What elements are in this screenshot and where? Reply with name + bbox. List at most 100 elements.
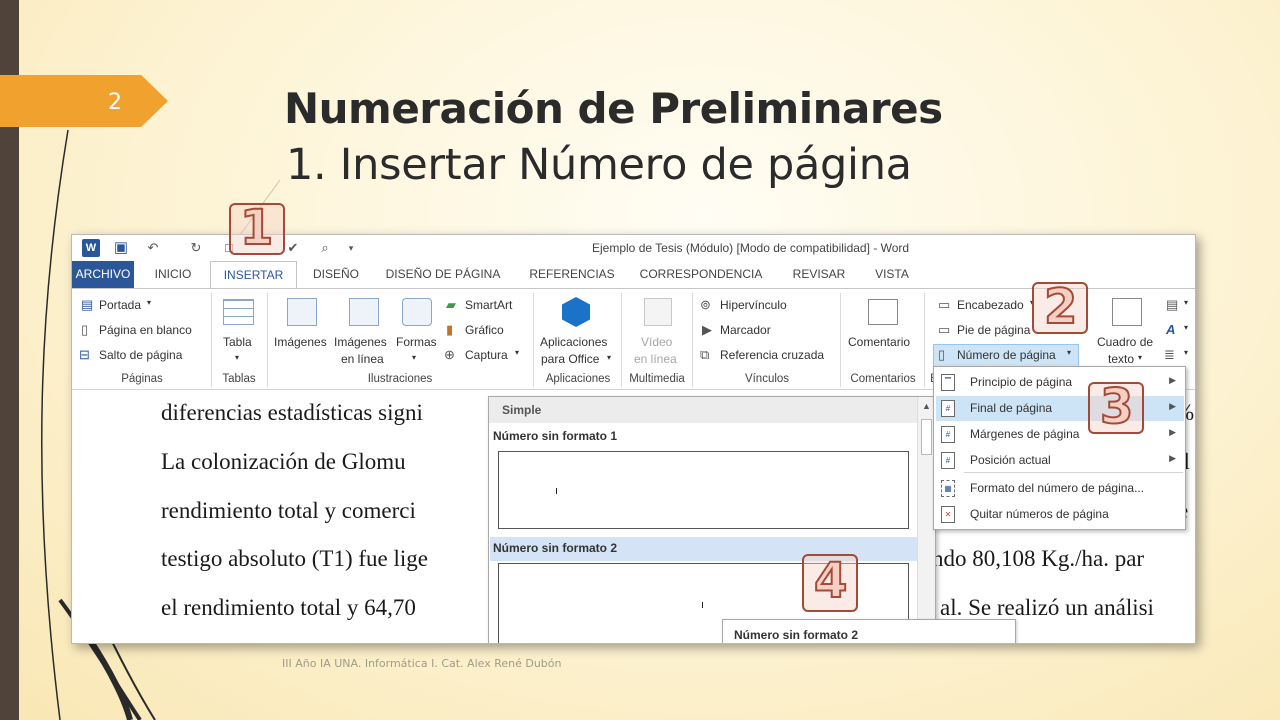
tab-diseno[interactable]: DISEÑO	[304, 261, 368, 288]
marcador-button[interactable]: Marcador	[720, 323, 771, 337]
tab-insertar[interactable]: INSERTAR	[210, 261, 297, 289]
menu-item-quitar[interactable]: ✕ Quitar números de página	[936, 502, 1184, 527]
slide-title: Numeración de Preliminares	[284, 84, 943, 133]
aplicaciones-label-2: para Office	[541, 352, 600, 366]
page-number-marker	[556, 488, 557, 494]
numero-de-pagina-dropdown-icon[interactable]: ▾	[1067, 348, 1071, 357]
menu-item-label: Formato del número de página...	[970, 481, 1145, 495]
tab-vista[interactable]: VISTA	[867, 261, 917, 288]
slide-number: 2	[108, 90, 122, 115]
office-apps-icon	[562, 297, 590, 327]
smartart-icon: ▰	[446, 297, 456, 312]
slide-number-tab	[0, 75, 168, 127]
tab-inicio[interactable]: INICIO	[142, 261, 204, 288]
hipervinculo-button[interactable]: Hipervínculo	[720, 298, 787, 312]
table-icon	[223, 299, 254, 325]
quick-parts-icon[interactable]: ▤	[1166, 297, 1178, 313]
cross-reference-icon: ⧉	[700, 347, 710, 362]
group-label-vinculos: Vínculos	[744, 373, 790, 385]
scroll-up-icon[interactable]: ▲	[920, 400, 933, 413]
drop-cap-icon[interactable]: ≣	[1164, 347, 1175, 363]
tooltip-text: Número sin formato 2	[734, 628, 859, 642]
tab-correspondencia[interactable]: CORRESPONDENCIA	[636, 261, 766, 288]
doc-line: testigo absoluto (T1) fue lige	[161, 546, 428, 571]
captura-button[interactable]: Captura	[465, 348, 508, 362]
footer-icon: ▭	[938, 322, 951, 337]
salto-de-pagina-button[interactable]: Salto de página	[99, 348, 182, 362]
spelling-icon[interactable]: ✔	[284, 239, 302, 257]
menu-item-principio[interactable]: ▔ Principio de página ▶	[936, 370, 1184, 395]
gallery-item-title: Número sin formato 1	[493, 429, 618, 443]
grafico-button[interactable]: Gráfico	[465, 323, 504, 337]
customize-qat-icon[interactable]: ▾	[342, 239, 360, 257]
portada-button[interactable]: Portada	[99, 298, 141, 312]
menu-item-posicion-actual[interactable]: # Posición actual ▶	[936, 448, 1184, 473]
portada-dropdown-icon[interactable]: ▾	[147, 298, 151, 307]
imagenes-en-linea-label-2: en línea	[341, 352, 384, 366]
menu-item-margenes[interactable]: # Márgenes de página ▶	[936, 422, 1184, 447]
tab-diseno-pagina[interactable]: DISEÑO DE PÁGINA	[378, 261, 508, 288]
remove-page-number-icon: ✕	[941, 506, 955, 523]
comentario-button[interactable]: Comentario	[848, 335, 910, 349]
undo-icon[interactable]: ↶	[144, 239, 162, 257]
numero-de-pagina-button[interactable]: Número de página	[957, 348, 1056, 362]
quick-parts-dropdown-icon[interactable]: ▾	[1184, 298, 1188, 307]
doc-line: diferencias estadísticas signi	[161, 400, 423, 425]
tabla-dropdown-icon[interactable]: ▾	[235, 353, 239, 362]
submenu-arrow-icon: ▶	[1169, 453, 1176, 463]
doc-line-tail: al. Se realizó un análisi	[940, 595, 1154, 620]
current-position-icon: #	[941, 452, 955, 469]
tabla-button[interactable]: Tabla	[223, 335, 252, 349]
cover-page-icon: ▤	[81, 297, 94, 312]
hyperlink-icon: ⊚	[700, 297, 711, 312]
group-label-ilustraciones: Ilustraciones	[367, 373, 433, 385]
redo-icon[interactable]: ↻	[187, 239, 205, 257]
gallery-item-plain-number-1[interactable]	[498, 451, 909, 529]
tab-archivo[interactable]: ARCHIVO	[72, 261, 134, 288]
drop-cap-dropdown-icon[interactable]: ▾	[1184, 348, 1188, 357]
menu-item-formato[interactable]: ▦ Formato del número de página...	[936, 476, 1184, 501]
word-app-icon: W	[82, 239, 100, 257]
tab-referencias[interactable]: REFERENCIAS	[524, 261, 620, 288]
video-icon	[644, 298, 672, 326]
window-title: Ejemplo de Tesis (Módulo) [Modo de compa…	[592, 241, 910, 255]
pagina-en-blanco-button[interactable]: Página en blanco	[99, 323, 192, 337]
page-number-menu: ▔ Principio de página ▶ # Final de págin…	[933, 366, 1186, 530]
formas-button[interactable]: Formas	[396, 335, 437, 349]
cuadro-de-texto-button[interactable]: Cuadro de	[1097, 335, 1153, 349]
pie-de-pagina-button[interactable]: Pie de página	[957, 323, 1030, 337]
scroll-thumb[interactable]	[921, 419, 932, 455]
encabezado-button[interactable]: Encabezado	[957, 298, 1024, 312]
imagenes-button[interactable]: Imágenes	[274, 335, 327, 349]
tab-revisar[interactable]: REVISAR	[786, 261, 852, 288]
imagenes-en-linea-button[interactable]: Imágenes	[334, 335, 387, 349]
group-label-comentarios: Comentarios	[850, 373, 916, 385]
smartart-button[interactable]: SmartArt	[465, 298, 512, 312]
submenu-arrow-icon: ▶	[1169, 375, 1176, 385]
save-icon[interactable]: ▣	[112, 239, 130, 257]
formas-dropdown-icon[interactable]: ▾	[412, 353, 416, 362]
page-break-icon: ⊟	[79, 347, 90, 362]
page-bottom-icon: #	[941, 400, 955, 417]
menu-item-final[interactable]: # Final de página ▶	[936, 396, 1184, 421]
screenshot-icon: ⊕	[444, 347, 455, 362]
group-separator	[267, 293, 268, 387]
wordart-dropdown-icon[interactable]: ▾	[1184, 323, 1188, 332]
aplicaciones-dropdown-icon[interactable]: ▾	[607, 353, 611, 362]
video-en-linea-button[interactable]: Vídeo	[641, 335, 672, 349]
menu-item-label: Posición actual	[970, 453, 1051, 467]
comment-icon	[868, 299, 898, 325]
print-preview-icon[interactable]: ⌕	[316, 239, 334, 257]
cuadro-de-texto-label-2: texto	[1108, 352, 1135, 366]
referencia-cruzada-button[interactable]: Referencia cruzada	[720, 348, 824, 362]
page-top-icon: ▔	[941, 374, 955, 391]
group-label-aplicaciones: Aplicaciones	[545, 373, 611, 385]
step-badge-1: 1	[239, 199, 274, 257]
wordart-icon[interactable]: A	[1166, 322, 1175, 337]
captura-dropdown-icon[interactable]: ▾	[515, 348, 519, 357]
aplicaciones-para-office-button[interactable]: Aplicaciones	[540, 335, 607, 349]
cuadro-de-texto-dropdown-icon[interactable]: ▾	[1138, 353, 1142, 362]
group-separator	[533, 293, 534, 387]
header-icon: ▭	[938, 297, 951, 312]
word-screenshot: W ▣ ↶ ↻ □ ✔ ⌕ ▾ Ejemplo de Tesis (Módulo…	[71, 234, 1196, 644]
